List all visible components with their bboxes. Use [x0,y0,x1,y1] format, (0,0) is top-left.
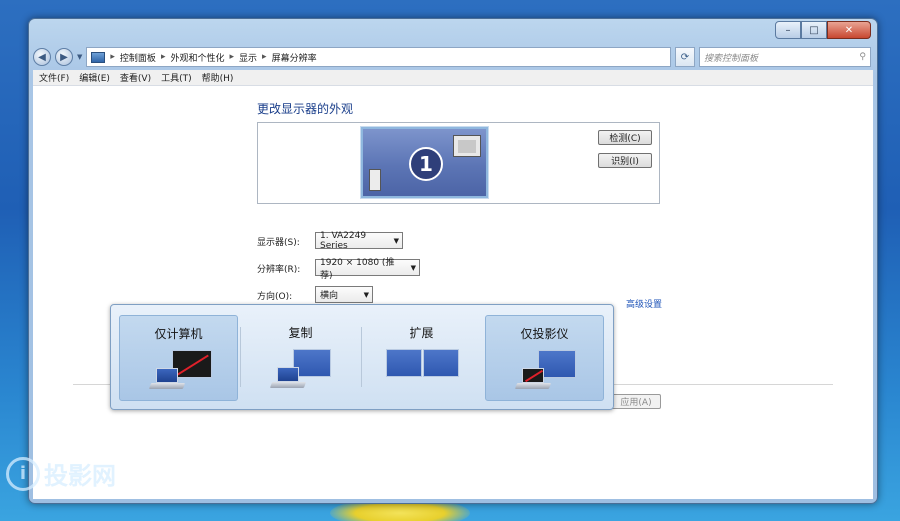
menu-edit[interactable]: 编辑(E) [79,71,110,84]
menu-tools[interactable]: 工具(T) [161,71,192,84]
sidebar-thumbnail-icon [369,169,381,191]
control-panel-icon [91,51,106,63]
maximize-button[interactable]: □ [801,21,827,39]
search-icon[interactable]: ⚲ [859,52,866,62]
monitor-number-badge: 1 [409,147,443,181]
minimize-button[interactable]: – [775,21,801,39]
resolution-select-value: 1920 × 1080 (推荐) [320,257,395,281]
forward-button[interactable]: ▶ [55,48,73,66]
search-input[interactable]: 搜索控制面板 ⚲ [699,47,871,67]
search-placeholder: 搜索控制面板 [704,53,759,64]
chevron-right-icon: ▸ [160,52,166,62]
chevron-down-icon: ▼ [410,264,416,272]
chevron-right-icon: ▸ [229,52,235,62]
laptop-icon [269,367,307,389]
window-thumbnail-icon [453,135,481,157]
option-duplicate[interactable]: 复制 [241,315,360,401]
caption-buttons: – □ ✕ [775,21,871,39]
arrow-left-icon: ◀ [38,51,46,63]
arrow-right-icon: ▶ [60,51,68,63]
menu-file[interactable]: 文件(F) [39,71,69,84]
resolution-label: 分辨率(R): [257,265,301,275]
orientation-select[interactable]: 横向 ▼ [315,286,373,303]
detect-button[interactable]: 检测(C) [598,130,652,145]
breadcrumb[interactable]: ▸ 控制面板 ▸ 外观和个性化 ▸ 显示 ▸ 屏幕分辨率 [86,47,671,67]
option-label: 仅投影仪 [520,327,569,341]
monitor-label: 显示器(S): [257,238,300,248]
recent-pages-dropdown[interactable]: ▼ [77,53,82,61]
apply-button[interactable]: 应用(A) [611,394,661,409]
menu-help[interactable]: 帮助(H) [202,71,234,84]
back-button[interactable]: ◀ [33,48,51,66]
content-area: 更改显示器的外观 1 检测(C) 识别(I) 显示器(S): 1. VA2249… [33,86,873,499]
option-label: 仅计算机 [154,327,203,341]
breadcrumb-item-control-panel[interactable]: 控制面板 [120,51,156,64]
identify-button[interactable]: 识别(I) [598,153,652,168]
control-panel-window: – □ ✕ ◀ ▶ ▼ ▸ 控制面板 ▸ 外观和个性化 ▸ 显示 ▸ 屏幕分辨率… [28,18,878,504]
option-label: 扩展 [409,326,434,340]
option-projector-only[interactable]: 仅投影仪 [485,315,604,401]
projection-switcher-panel: 仅计算机 复制 扩展 仅投影仪 [110,304,614,410]
laptop-icon [148,368,186,390]
orientation-label: 方向(O): [257,292,293,302]
option-computer-only[interactable]: 仅计算机 [119,315,238,401]
option-extend[interactable]: 扩展 [362,315,481,401]
close-button[interactable]: ✕ [827,21,871,39]
screen-right-icon [423,349,459,377]
watermark-icon: i [6,456,40,491]
monitor-thumbnail[interactable]: 1 [361,127,488,198]
page-title: 更改显示器的外观 [257,102,354,116]
option-label: 复制 [288,326,313,340]
screen-left-icon [386,349,422,377]
chevron-down-icon: ▼ [363,291,369,299]
breadcrumb-item-display[interactable]: 显示 [239,51,257,64]
advanced-settings-link[interactable]: 高级设置 [626,297,662,310]
menu-view[interactable]: 查看(V) [120,71,151,84]
refresh-icon: ⟳ [680,51,690,63]
chevron-right-icon: ▸ [262,52,267,62]
watermark-logo: i 投影网 [6,456,116,491]
breadcrumb-item-resolution[interactable]: 屏幕分辨率 [272,51,317,64]
breadcrumb-item-appearance[interactable]: 外观和个性化 [170,51,224,64]
chevron-right-icon: ▸ [110,52,115,62]
address-bar-row: ◀ ▶ ▼ ▸ 控制面板 ▸ 外观和个性化 ▸ 显示 ▸ 屏幕分辨率 ⟳ 搜索控… [33,45,871,69]
chevron-down-icon: ▼ [393,237,399,245]
menu-bar: 文件(F) 编辑(E) 查看(V) 工具(T) 帮助(H) [33,70,873,86]
resolution-select[interactable]: 1920 × 1080 (推荐) ▼ [315,258,420,281]
orientation-select-value: 横向 [320,291,339,301]
monitor-select-value: 1. VA2249 Series [320,230,367,251]
refresh-button[interactable]: ⟳ [675,47,695,67]
laptop-off-icon [514,368,552,390]
monitor-preview-box: 1 检测(C) 识别(I) [257,122,660,204]
monitor-select[interactable]: 1. VA2249 Series ▼ [315,230,403,251]
watermark-text: 投影网 [44,462,116,490]
